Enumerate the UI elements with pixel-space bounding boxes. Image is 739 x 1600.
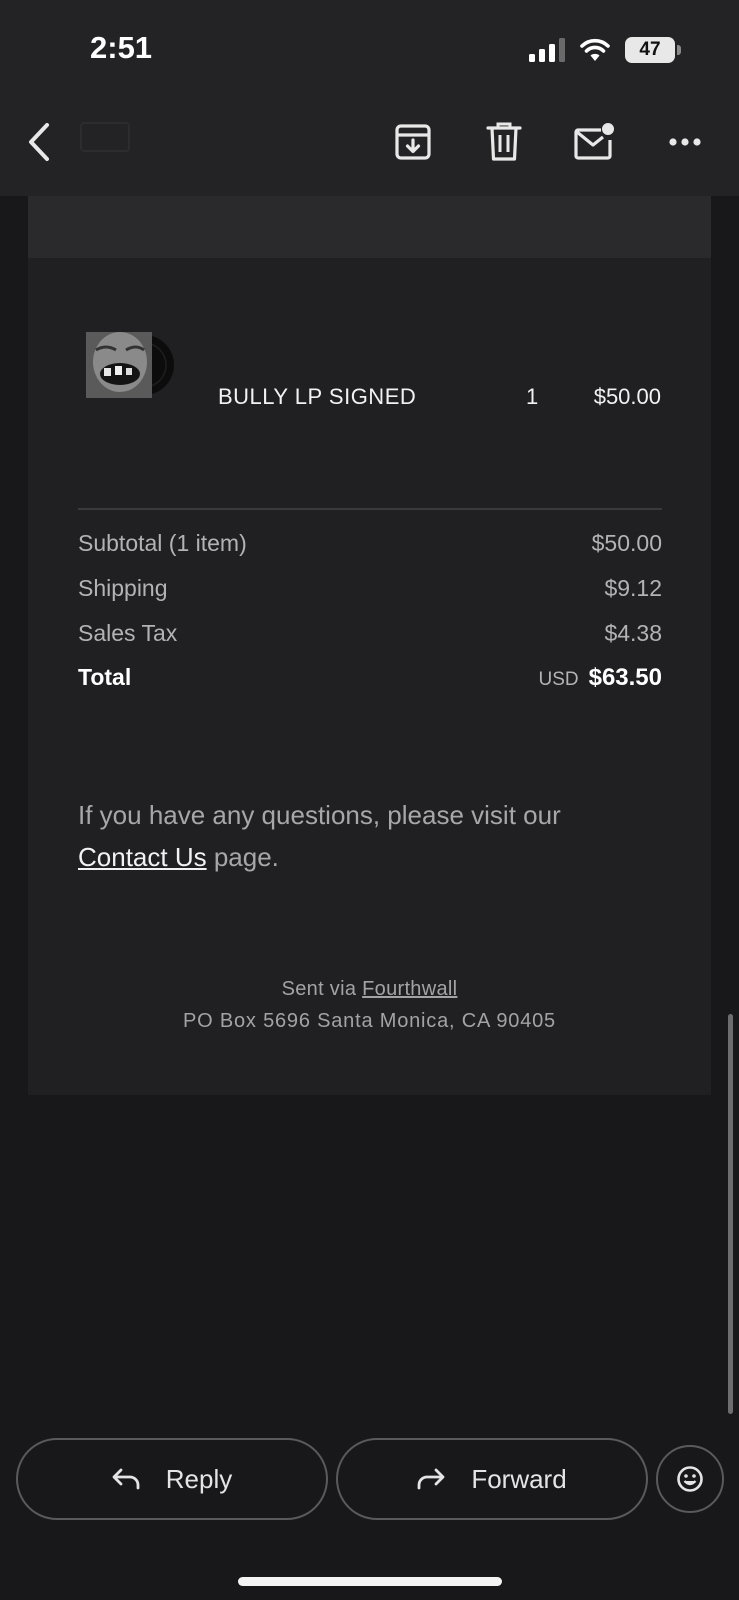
summary-value: $9.12: [604, 575, 662, 601]
home-indicator[interactable]: [238, 1577, 502, 1586]
summary-label: Sales Tax: [78, 620, 178, 646]
sent-via-label: Sent via: [281, 978, 363, 1000]
questions-prefix: If you have any questions, please visit …: [78, 800, 561, 830]
archive-button[interactable]: [389, 118, 437, 166]
top-bar: 2:51 47: [0, 0, 739, 196]
reply-button[interactable]: Reply: [16, 1438, 328, 1520]
status-time: 2:51: [90, 30, 153, 65]
mark-unread-button[interactable]: [570, 118, 618, 166]
total-amount: $63.50: [588, 664, 662, 691]
footer-address: PO Box 5696 Santa Monica, CA 90405: [183, 1010, 556, 1032]
trash-icon: [486, 122, 522, 161]
wifi-icon: [580, 38, 610, 61]
more-button[interactable]: [661, 118, 709, 166]
product-price: $50.00: [593, 384, 661, 409]
summary-row-subtotal: Subtotal (1 item) $50.00: [78, 530, 662, 557]
order-receipt-card: BULLY LP SIGNED 1 $50.00 Subtotal (1 ite…: [28, 258, 711, 1095]
email-header-strip: [28, 196, 711, 258]
product-quantity: 1: [526, 384, 539, 409]
status-icons: 47: [529, 36, 681, 64]
questions-suffix: page.: [206, 842, 279, 872]
forward-button[interactable]: Forward: [336, 1438, 648, 1520]
product-name: BULLY LP SIGNED: [218, 384, 417, 409]
total-currency: USD: [538, 669, 579, 690]
summary-label: Shipping: [78, 575, 168, 601]
faded-label: [80, 122, 130, 152]
summary-value: $4.38: [604, 620, 662, 646]
summary-row-shipping: Shipping $9.12: [78, 575, 662, 602]
divider: [78, 508, 662, 510]
contact-us-link[interactable]: Contact Us: [78, 842, 207, 872]
chevron-left-icon: [29, 123, 49, 161]
summary-row-sales-tax: Sales Tax $4.38: [78, 620, 662, 647]
forward-label: Forward: [471, 1463, 567, 1494]
smiley-icon: [677, 1466, 703, 1492]
footer-sent-via: Sent via Fourthwall: [28, 978, 711, 1001]
vinyl-record-image: [86, 332, 174, 398]
archive-icon: [395, 124, 431, 160]
emoji-reaction-button[interactable]: [656, 1445, 724, 1513]
more-icon: [669, 138, 701, 146]
total-label: Total: [78, 664, 132, 690]
total-value: USD $63.50: [538, 664, 662, 692]
mark-unread-icon: [574, 123, 614, 160]
summary-value: $50.00: [591, 530, 662, 556]
summary-row-total: Total USD $63.50: [78, 664, 662, 692]
back-button[interactable]: [16, 118, 64, 166]
questions-text: If you have any questions, please visit …: [78, 794, 662, 878]
battery-indicator: 47: [625, 37, 681, 63]
forward-icon: [417, 1468, 445, 1490]
fourthwall-link[interactable]: Fourthwall: [362, 978, 457, 1000]
signal-icon: [529, 38, 565, 62]
scrollbar[interactable]: [728, 1014, 733, 1414]
delete-button[interactable]: [480, 118, 528, 166]
summary-label: Subtotal (1 item): [78, 530, 247, 556]
email-screen: 2:51 47 BULLY LP SIGNED 1 $50.00 Subtota…: [0, 0, 739, 1600]
reply-label: Reply: [165, 1463, 233, 1494]
reply-icon: [112, 1468, 140, 1490]
product-image: [86, 332, 174, 398]
